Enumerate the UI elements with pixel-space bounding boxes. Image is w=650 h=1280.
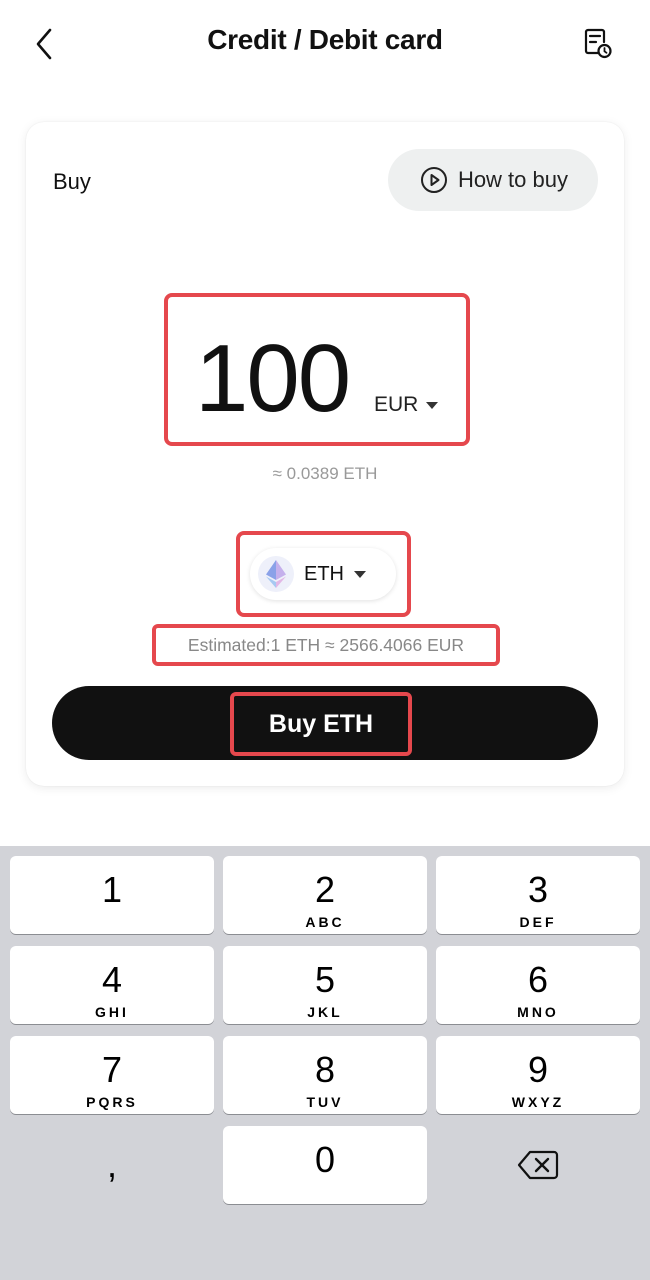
buy-label: Buy [53, 169, 91, 194]
key-0[interactable]: 0 [223, 1126, 427, 1204]
buy-button-label: Buy ETH [230, 692, 412, 756]
approx-amount: ≈ 0.0389 ETH [272, 464, 378, 483]
key-4[interactable]: 4 GHI [10, 946, 214, 1024]
key-6[interactable]: 6 MNO [436, 946, 640, 1024]
currency-select[interactable]: EUR [374, 393, 439, 417]
key-8[interactable]: 8 TUV [223, 1036, 427, 1114]
page-title: Credit / Debit card [207, 24, 443, 55]
how-to-buy-button[interactable]: How to buy [387, 149, 598, 211]
token-label: ETH [304, 562, 344, 585]
header: Credit / Debit card [0, 0, 650, 86]
history-button[interactable] [578, 24, 618, 64]
key-2[interactable]: 2 ABC [223, 856, 427, 934]
amount-value: 100 [195, 325, 351, 432]
history-icon [584, 28, 612, 59]
token-selector[interactable]: ETH [250, 548, 396, 600]
key-3[interactable]: 3 DEF [436, 856, 640, 934]
amount-input[interactable]: 100 EUR [164, 293, 470, 446]
play-circle-icon [420, 167, 447, 193]
key-7[interactable]: 7 PQRS [10, 1036, 214, 1114]
exchange-rate-estimate: Estimated:1 ETH ≈ 2566.4066 EUR [152, 624, 500, 666]
buy-eth-button[interactable]: Buy ETH [52, 686, 598, 760]
buy-card: Buy How to buy 100 EUR ≈ 0.0389 ETH ETH [26, 122, 624, 786]
backspace-icon [517, 1150, 559, 1180]
key-1[interactable]: 1 [10, 856, 214, 934]
how-to-buy-label: How to buy [457, 167, 568, 192]
token-selector-highlight: ETH [236, 531, 411, 617]
caret-down-icon [426, 401, 439, 409]
eth-logo-icon [258, 556, 294, 592]
currency-label: EUR [374, 393, 419, 416]
key-decimal[interactable]: , [10, 1126, 214, 1204]
key-9[interactable]: 9 WXYZ [436, 1036, 640, 1114]
backspace-key[interactable] [436, 1126, 640, 1204]
numeric-keypad: 1 2 ABC 3 DEF 4 GHI 5 JKL 6 MNO 7 PQRS 8 TUV 9W… [0, 846, 650, 1280]
key-5[interactable]: 5 JKL [223, 946, 427, 1024]
caret-down-icon [354, 570, 366, 578]
